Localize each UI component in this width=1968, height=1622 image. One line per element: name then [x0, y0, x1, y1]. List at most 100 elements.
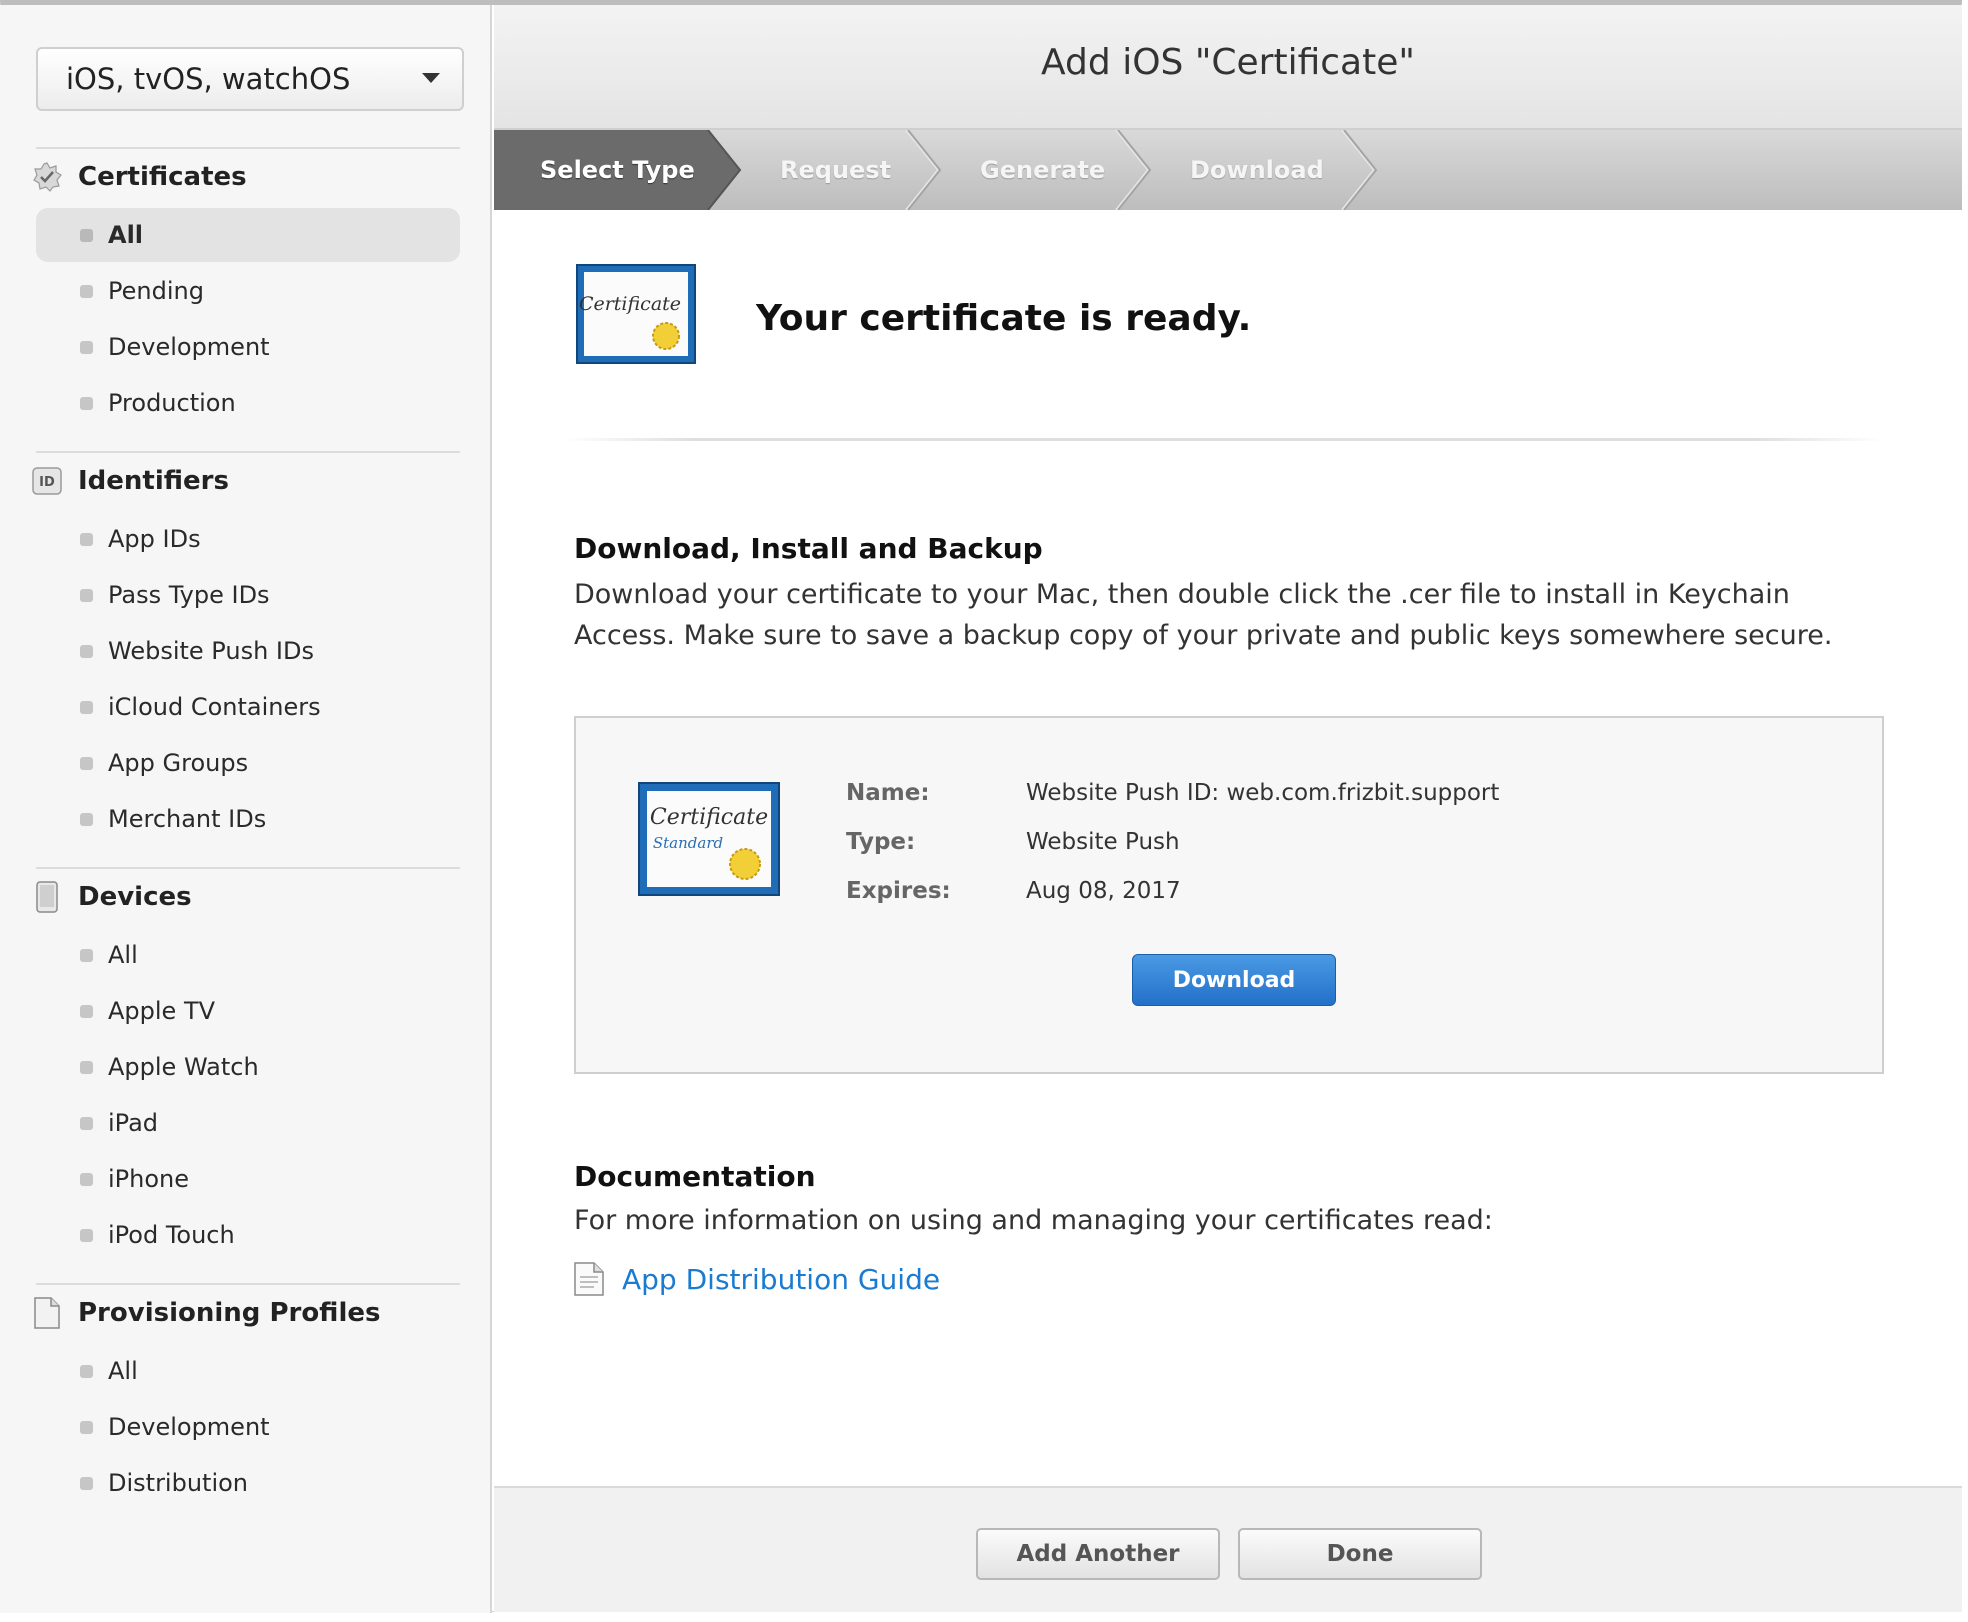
- section-header-provisioning-profiles: Provisioning Profiles: [32, 1293, 380, 1333]
- section-title: Provisioning Profiles: [78, 1298, 381, 1328]
- section-header-identifiers: ID Identifiers: [32, 461, 229, 501]
- bullet-icon: [80, 1173, 93, 1186]
- sidebar-item-merchant-ids[interactable]: Merchant IDs: [36, 792, 460, 846]
- sidebar-item-certificates-development[interactable]: Development: [36, 320, 460, 374]
- certificate-icon: Certificate: [576, 264, 696, 368]
- expires-label: Expires:: [846, 878, 951, 904]
- bullet-icon: [80, 1061, 93, 1074]
- id-badge-text: ID: [39, 475, 55, 490]
- sidebar-item-production[interactable]: Production: [36, 376, 460, 430]
- sidebar-item-label: App Groups: [108, 749, 249, 777]
- sidebar-item-label: Website Push IDs: [108, 637, 314, 665]
- bullet-icon: [80, 589, 93, 602]
- section-title: Identifiers: [78, 466, 229, 496]
- sidebar-item-apple-tv[interactable]: Apple TV: [36, 984, 460, 1038]
- sidebar-item-profiles-all[interactable]: All: [36, 1344, 460, 1398]
- bullet-icon: [80, 1365, 93, 1378]
- bullet-icon: [80, 285, 93, 298]
- sidebar-item-label: All: [108, 221, 144, 249]
- documentation-text: For more information on using and managi…: [574, 1205, 1493, 1236]
- step-separator: [907, 130, 942, 210]
- sidebar-item-label: Development: [108, 1413, 270, 1441]
- bullet-icon: [80, 813, 93, 826]
- sidebar-item-label: iPod Touch: [108, 1221, 235, 1249]
- sidebar-item-label: Pass Type IDs: [108, 581, 270, 609]
- bullet-icon: [80, 949, 93, 962]
- page-header: Add iOS "Certificate": [494, 5, 1962, 130]
- sidebar-item-ipod-touch[interactable]: iPod Touch: [36, 1208, 460, 1262]
- sidebar-item-certificates-all[interactable]: All: [36, 208, 460, 262]
- install-heading: Download, Install and Backup: [574, 532, 1043, 565]
- sidebar-item-label: iCloud Containers: [108, 693, 321, 721]
- certificate-standard-icon: Certificate Standard: [638, 782, 780, 900]
- sidebar-item-app-ids[interactable]: App IDs: [36, 512, 460, 566]
- id-badge-icon: ID: [32, 466, 62, 496]
- sidebar-item-label: iPhone: [108, 1165, 190, 1193]
- download-button[interactable]: Download: [1132, 954, 1336, 1006]
- certificate-details-box: Certificate Standard Name: Website Push …: [574, 716, 1884, 1074]
- bullet-icon: [80, 645, 93, 658]
- section-divider: [36, 451, 460, 453]
- ready-title: Your certificate is ready.: [756, 298, 1252, 339]
- sidebar-item-label: Pending: [108, 277, 204, 305]
- sidebar-item-profiles-development[interactable]: Development: [36, 1400, 460, 1454]
- step-download: Download: [1190, 156, 1324, 184]
- done-button[interactable]: Done: [1238, 1528, 1482, 1580]
- step-progress-bar: Select Type Request Generate Download: [494, 130, 1962, 210]
- sidebar-item-iphone[interactable]: iPhone: [36, 1152, 460, 1206]
- sidebar-item-label: Distribution: [108, 1469, 249, 1497]
- platform-select-value: iOS, tvOS, watchOS: [66, 62, 351, 96]
- expires-value: Aug 08, 2017: [1026, 878, 1181, 904]
- platform-select[interactable]: iOS, tvOS, watchOS: [36, 47, 464, 111]
- step-request: Request: [780, 156, 892, 184]
- chevron-down-icon: [422, 73, 440, 83]
- sidebar-item-app-groups[interactable]: App Groups: [36, 736, 460, 790]
- section-divider: [36, 147, 460, 149]
- sidebar-item-label: Production: [108, 389, 236, 417]
- bullet-icon: [80, 1229, 93, 1242]
- sidebar-item-pending[interactable]: Pending: [36, 264, 460, 318]
- bullet-icon: [80, 1477, 93, 1490]
- sidebar-item-devices-all[interactable]: All: [36, 928, 460, 982]
- install-text-line-1: Download your certificate to your Mac, t…: [574, 579, 1790, 610]
- step-separator: [1117, 130, 1152, 210]
- bullet-icon: [80, 229, 93, 242]
- section-header-certificates: Certificates: [32, 157, 247, 197]
- step-separator: [1343, 130, 1378, 210]
- document-icon: [32, 1297, 62, 1329]
- bullet-icon: [80, 1421, 93, 1434]
- bullet-icon: [80, 397, 93, 410]
- add-another-button[interactable]: Add Another: [976, 1528, 1220, 1580]
- step-generate: Generate: [980, 156, 1106, 184]
- document-icon: [574, 1262, 604, 1296]
- sidebar-item-ipad[interactable]: iPad: [36, 1096, 460, 1150]
- sidebar-item-apple-watch[interactable]: Apple Watch: [36, 1040, 460, 1094]
- name-label: Name:: [846, 780, 930, 806]
- link-label: App Distribution Guide: [622, 1262, 941, 1296]
- type-label: Type:: [846, 829, 916, 855]
- certificate-icon-subtext: Standard: [653, 834, 723, 852]
- device-icon: [32, 881, 62, 913]
- sidebar-item-icloud-containers[interactable]: iCloud Containers: [36, 680, 460, 734]
- sidebar-item-label: App IDs: [108, 525, 201, 553]
- divider: [564, 438, 1884, 441]
- sidebar-item-label: Merchant IDs: [108, 805, 267, 833]
- app-distribution-guide-link[interactable]: App Distribution Guide: [574, 1262, 940, 1296]
- section-divider: [36, 867, 460, 869]
- bullet-icon: [80, 757, 93, 770]
- step-separator: [1341, 130, 1376, 210]
- page-title: Add iOS "Certificate": [1041, 42, 1415, 83]
- section-divider: [36, 1283, 460, 1285]
- step-separator: [1115, 130, 1150, 210]
- sidebar-item-pass-type-ids[interactable]: Pass Type IDs: [36, 568, 460, 622]
- section-header-devices: Devices: [32, 877, 192, 917]
- sidebar-item-website-push-ids[interactable]: Website Push IDs: [36, 624, 460, 678]
- sidebar-item-label: Apple TV: [108, 997, 216, 1025]
- documentation-heading: Documentation: [574, 1160, 816, 1193]
- certificate-badge-icon: [32, 162, 62, 192]
- bullet-icon: [80, 341, 93, 354]
- certificate-icon-text: Certificate: [579, 293, 681, 315]
- sidebar-item-distribution[interactable]: Distribution: [36, 1456, 460, 1510]
- sidebar-item-label: Development: [108, 333, 270, 361]
- section-title: Devices: [78, 882, 192, 912]
